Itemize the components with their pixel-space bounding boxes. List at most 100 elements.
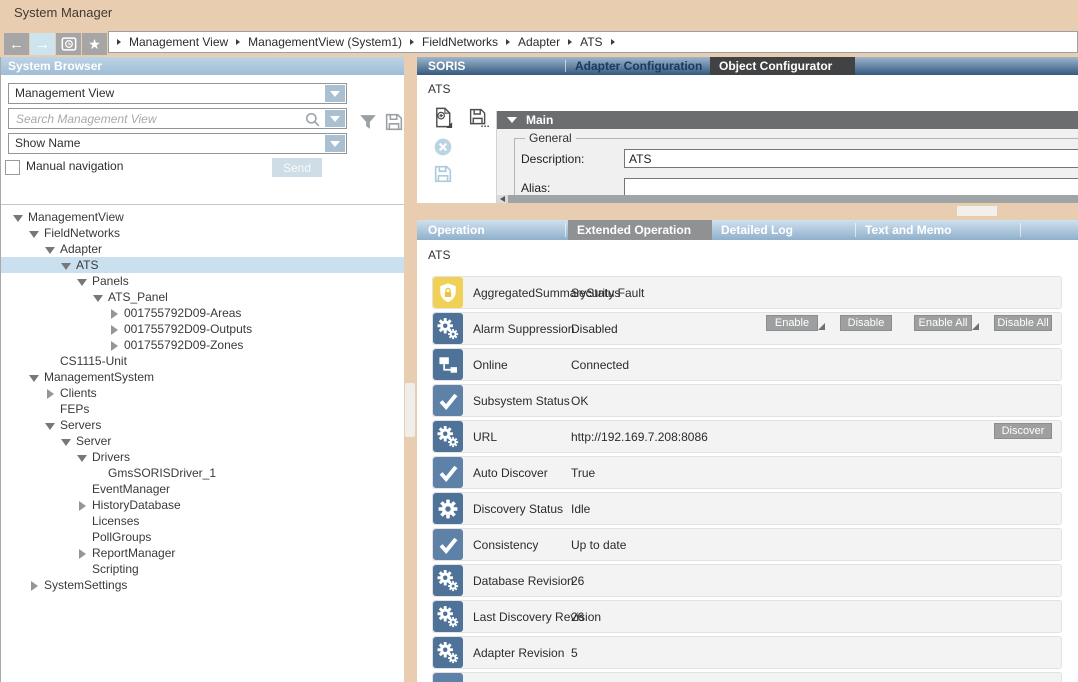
view-selector-dropdown[interactable]: Management View [8,83,347,104]
tree-vertical-scrollbar[interactable] [404,57,417,682]
tree-item[interactable]: FieldNetworks [0,225,404,241]
gears-icon [433,421,463,452]
main-section-title: Main [526,113,553,127]
cancel-button[interactable] [433,137,453,160]
search-input[interactable] [14,110,302,127]
object-name: ATS [428,248,450,262]
description-field[interactable] [624,149,1078,168]
breadcrumb[interactable]: Management View ManagementView (System1) F… [108,31,1078,53]
discover-button[interactable]: Discover [994,423,1052,439]
tab-text-and-memo[interactable]: Text and Memo [856,220,1019,240]
collapse-arrow-icon[interactable] [60,435,72,447]
property-value: 26 [571,574,584,588]
breadcrumb-item[interactable]: Adapter [518,35,560,49]
tab-detailed-log[interactable]: Detailed Log [712,220,852,240]
extended-operation-pane: ATS AggregatedSummaryStatusSecurity Faul… [417,240,1078,682]
enable-all-button[interactable]: Enable All [914,315,972,331]
tree-item[interactable]: ManagementView [0,209,404,225]
breadcrumb-item[interactable]: FieldNetworks [422,35,498,49]
collapse-arrow-icon[interactable] [60,259,72,271]
tab-extended-operation[interactable]: Extended Operation [568,220,712,240]
back-button[interactable]: ← [4,33,29,55]
expand-arrow-icon[interactable] [108,323,120,335]
tree-item-label: ATS [76,258,98,272]
tree-item[interactable]: 001755792D09-Zones [0,337,404,353]
collapse-arrow-icon[interactable] [76,451,88,463]
tree-item[interactable]: SystemSettings [0,577,404,593]
tree-item[interactable]: Server [0,433,404,449]
tree-item[interactable]: ReportManager [0,545,404,561]
tree-item[interactable]: FEPs [0,401,404,417]
tab-object-configurator[interactable]: Object Configurator [710,57,855,75]
collapse-arrow-icon[interactable] [28,371,40,383]
collapse-arrow-icon[interactable] [28,227,40,239]
send-button[interactable]: Send [272,158,322,177]
tree-item[interactable]: Panels [0,273,404,289]
expand-arrow-icon[interactable] [108,307,120,319]
tree-item-label: Licenses [92,514,139,528]
tree-item[interactable]: ATS_Panel [0,289,404,305]
expand-arrow-icon[interactable] [108,339,120,351]
tree-item[interactable]: 001755792D09-Outputs [0,321,404,337]
property-label: Discovery Status [473,502,563,516]
splitter-handle[interactable] [957,206,997,216]
tab-operation[interactable]: Operation [419,220,565,240]
tree-item[interactable]: Drivers [0,449,404,465]
history-button[interactable] [56,33,81,55]
favorites-button[interactable]: ★ [82,33,107,55]
scroll-left-icon[interactable] [500,196,505,202]
manual-navigation-checkbox[interactable] [5,160,20,175]
tree-item[interactable]: EventManager [0,481,404,497]
expand-arrow-icon[interactable] [44,387,56,399]
tree-item[interactable]: Clients [0,385,404,401]
save-as-button[interactable] [468,107,489,131]
filter-button[interactable] [357,111,379,136]
collapse-arrow-icon[interactable] [44,243,56,255]
tree-item-label: FieldNetworks [44,226,120,240]
new-object-icon [432,106,455,129]
collapse-arrow-icon[interactable] [76,275,88,287]
tree-item[interactable]: ATS [0,257,404,273]
scrollbar-thumb[interactable] [405,383,415,437]
save-button[interactable] [432,163,454,188]
property-rows: AggregatedSummaryStatusSecurity FaultAla… [432,276,1062,682]
tree-item[interactable]: Servers [0,417,404,433]
tree-indent [44,403,56,415]
chevron-down-icon[interactable] [325,110,345,127]
collapse-arrow-icon[interactable] [92,291,104,303]
main-section-header[interactable]: Main [497,111,1078,129]
collapse-arrow-icon[interactable] [12,211,24,223]
disable-all-button[interactable]: Disable All [994,315,1052,331]
breadcrumb-item[interactable]: ATS [580,35,602,49]
expand-arrow-icon[interactable] [76,499,88,511]
chevron-down-icon[interactable] [325,85,345,102]
tree-item[interactable]: PollGroups [0,529,404,545]
chevron-down-icon[interactable] [325,135,345,152]
disable-button[interactable]: Disable [840,315,892,331]
breadcrumb-item[interactable]: ManagementView (System1) [248,35,402,49]
scrollbar-thumb[interactable] [508,195,1078,203]
collapse-arrow-icon[interactable] [44,419,56,431]
network-icon [433,349,463,380]
tab-adapter-configuration[interactable]: Adapter Configuration [566,57,710,75]
expand-arrow-icon[interactable] [28,579,40,591]
tree-item[interactable]: ManagementSystem [0,369,404,385]
save-filter-button[interactable] [383,111,405,136]
tree-item[interactable]: Scripting [0,561,404,577]
enable-button[interactable]: Enable [766,315,818,331]
tree-item[interactable]: HistoryDatabase [0,497,404,513]
alias-label: Alias: [521,181,550,195]
tree-item[interactable]: Adapter [0,241,404,257]
forward-button[interactable]: → [30,33,55,55]
new-object-button[interactable] [432,106,455,132]
display-mode-dropdown[interactable]: Show Name [8,133,347,154]
tree-item-label: ATS_Panel [108,290,168,304]
tree-item[interactable]: Licenses [0,513,404,529]
tree-item[interactable]: 001755792D09-Areas [0,305,404,321]
tree-item[interactable]: CS1115-Unit [0,353,404,369]
breadcrumb-item[interactable]: Management View [129,35,228,49]
shield-lock-icon [433,277,463,308]
tree-item[interactable]: GmsSORISDriver_1 [0,465,404,481]
expand-arrow-icon[interactable] [76,547,88,559]
horizontal-scrollbar[interactable] [497,195,1078,203]
